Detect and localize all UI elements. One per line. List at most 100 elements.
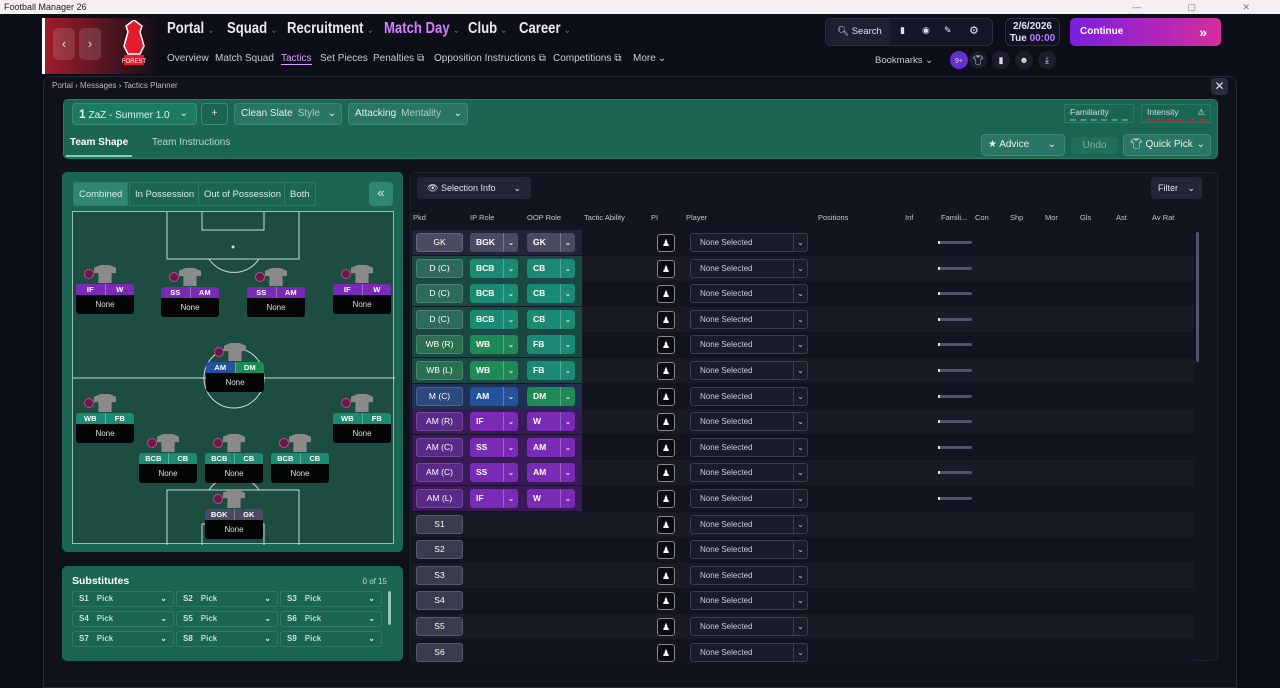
player-card[interactable]: BCB CB None [205, 434, 263, 483]
subnav-penalties[interactable]: Penalties ⧉ [373, 53, 424, 64]
column-header[interactable]: Famili... [941, 213, 967, 222]
crumb-portal[interactable]: Portal [52, 81, 73, 90]
segment-in-possession[interactable]: In Possession [129, 182, 201, 206]
nav-squad[interactable]: Squad ⌄ [227, 20, 277, 38]
back-button[interactable]: ‹ [53, 28, 75, 60]
nav-career[interactable]: Career ⌄ [519, 20, 571, 38]
ip-role-dropdown[interactable]: WB ⌄ [470, 361, 518, 380]
picked-position-button[interactable]: D (C) [416, 258, 463, 278]
column-header[interactable]: Pkd [413, 213, 426, 222]
player-select[interactable]: None Selected ⌄ [690, 437, 808, 457]
picked-position-button[interactable]: S5 [416, 617, 463, 636]
quick-pick-button[interactable]: 👕︎ Quick Pick ⌄ [1123, 134, 1211, 156]
picked-position-button[interactable]: D (C) [416, 284, 463, 304]
picked-position-button[interactable]: GK [416, 233, 463, 252]
nav-match-day[interactable]: Match Day ⌄ [384, 20, 460, 38]
ip-role-dropdown[interactable]: SS ⌄ [470, 437, 518, 457]
player-card[interactable]: SS AM None [247, 268, 305, 317]
player-instructions-icon[interactable]: ♟ [657, 592, 675, 611]
intensity-meter[interactable]: Intensity ⚠ [1141, 104, 1211, 123]
column-header[interactable]: Gls [1080, 213, 1091, 222]
ip-role-dropdown[interactable]: IF ⌄ [470, 489, 518, 508]
player-instructions-icon[interactable]: ♟ [657, 336, 675, 355]
column-header[interactable]: Tactic Ability [584, 213, 625, 222]
column-header[interactable]: Ast [1116, 213, 1127, 222]
player-card[interactable]: BCB CB None [139, 434, 197, 483]
nav-portal[interactable]: Portal ⌄ [167, 20, 214, 38]
oop-role-dropdown[interactable]: FB ⌄ [527, 361, 575, 380]
player-instructions-icon[interactable]: ♟ [657, 643, 675, 662]
oop-role-dropdown[interactable]: FB ⌄ [527, 335, 575, 355]
tactic-selector[interactable]: 1 ZaZ - Summer 1.0 ⌄ [72, 103, 197, 125]
column-header[interactable]: Av Rat [1152, 213, 1174, 222]
game-date[interactable]: 2/6/2026 Tue 00:00 [1005, 18, 1060, 46]
ip-role-dropdown[interactable]: BGK ⌄ [470, 233, 518, 252]
subnav-competitions[interactable]: Competitions ⧉ [553, 53, 622, 64]
column-header[interactable]: Player [686, 213, 707, 222]
sub-slot[interactable]: S4 Pick ⌄ [72, 611, 174, 627]
segment-combined[interactable]: Combined [73, 182, 129, 206]
table-scrollbar[interactable] [1196, 232, 1199, 362]
forward-button[interactable]: › [79, 28, 101, 60]
column-header[interactable]: Inf [905, 213, 913, 222]
staff-icon[interactable]: ☻ [1015, 51, 1033, 69]
subnav-more[interactable]: More ⌄ [633, 53, 666, 64]
ip-role-dropdown[interactable]: AM ⌄ [470, 386, 518, 406]
column-header[interactable]: Mor [1045, 213, 1058, 222]
picked-position-button[interactable]: S2 [416, 540, 463, 560]
clipboard-icon[interactable]: ▮ [992, 51, 1010, 69]
player-instructions-icon[interactable]: ♟ [657, 310, 675, 329]
picked-position-button[interactable]: WB (L) [416, 361, 463, 380]
player-card[interactable]: AM DM None [206, 343, 264, 392]
player-select[interactable]: None Selected ⌄ [690, 489, 808, 508]
player-select[interactable]: None Selected ⌄ [690, 233, 808, 252]
column-header[interactable]: PI [651, 213, 658, 222]
ip-role-dropdown[interactable]: BCB ⌄ [470, 258, 518, 278]
player-instructions-icon[interactable]: ♟ [657, 285, 675, 304]
oop-role-dropdown[interactable]: AM ⌄ [527, 463, 575, 483]
player-instructions-icon[interactable]: ♟ [657, 541, 675, 560]
player-select[interactable]: None Selected ⌄ [690, 591, 808, 611]
ip-role-dropdown[interactable]: BCB ⌄ [470, 284, 518, 304]
player-instructions-icon[interactable]: ♟ [657, 515, 675, 534]
filter-dropdown[interactable]: Filter ⌄ [1151, 177, 1202, 199]
player-card[interactable]: BCB CB None [271, 434, 329, 483]
familiarity-meter[interactable]: Familiarity [1064, 104, 1134, 123]
player-instructions-icon[interactable]: ♟ [657, 438, 675, 457]
picked-position-button[interactable]: S1 [416, 514, 463, 534]
player-instructions-icon[interactable]: ♟ [657, 413, 675, 432]
segment-out-of-possession[interactable]: Out of Possession [198, 182, 288, 206]
bookmark-icon[interactable]: ▮ [900, 25, 905, 36]
column-header[interactable]: Shp [1010, 213, 1023, 222]
picked-position-button[interactable]: S4 [416, 591, 463, 611]
player-card[interactable]: IF W None [76, 265, 134, 314]
player-select[interactable]: None Selected ⌄ [690, 642, 808, 662]
gear-icon[interactable]: ⚙ [969, 24, 979, 37]
player-instructions-icon[interactable]: ♟ [657, 566, 675, 585]
player-card[interactable]: IF W None [333, 265, 391, 314]
sub-slot[interactable]: S8 Pick ⌄ [176, 631, 278, 647]
player-select[interactable]: None Selected ⌄ [690, 412, 808, 432]
player-instructions-icon[interactable]: ♟ [657, 618, 675, 636]
advice-button[interactable]: ★ Advice ⌄ [981, 134, 1065, 156]
oop-role-dropdown[interactable]: AM ⌄ [527, 437, 575, 457]
sub-slot[interactable]: S3 Pick ⌄ [280, 591, 382, 607]
player-card[interactable]: WB FB None [76, 394, 134, 443]
player-card[interactable]: SS AM None [161, 268, 219, 317]
selection-info-dropdown[interactable]: 👁︎ Selection Info ⌄ [417, 177, 531, 199]
collapse-panel-button[interactable]: « [369, 182, 393, 206]
picked-position-button[interactable]: WB (R) [416, 335, 463, 355]
sub-slot[interactable]: S5 Pick ⌄ [176, 611, 278, 627]
picked-position-button[interactable]: AM (L) [416, 489, 463, 508]
player-card[interactable]: WB FB None [333, 394, 391, 443]
player-select[interactable]: None Selected ⌄ [690, 258, 808, 278]
subnav-set-pieces[interactable]: Set Pieces [320, 53, 368, 64]
ip-role-dropdown[interactable]: SS ⌄ [470, 463, 518, 483]
subs-scrollbar[interactable] [388, 591, 391, 625]
nav-club[interactable]: Club ⌄ [468, 20, 507, 38]
oop-role-dropdown[interactable]: DM ⌄ [527, 386, 575, 406]
column-header[interactable]: OOP Role [527, 213, 561, 222]
undo-button[interactable]: Undo [1071, 137, 1118, 154]
column-header[interactable]: Con [975, 213, 989, 222]
oop-role-dropdown[interactable]: CB ⌄ [527, 258, 575, 278]
